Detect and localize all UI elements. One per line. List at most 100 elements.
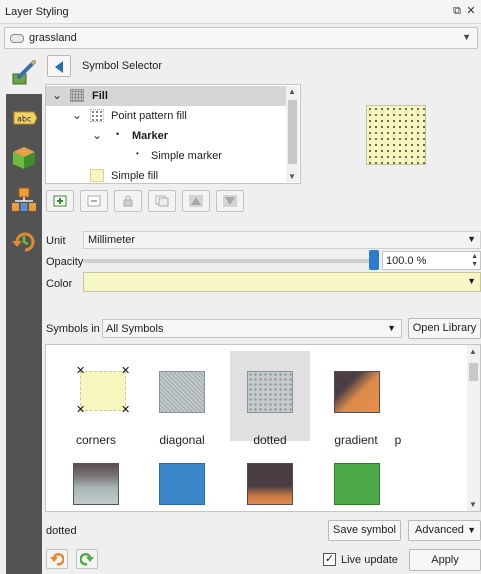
simple-marker-dot-icon: • [136, 149, 139, 158]
library-scrollbar[interactable]: ▲ ▼ [467, 345, 480, 511]
scroll-up-icon[interactable]: ▲ [288, 87, 296, 96]
dotted-swatch [247, 371, 293, 413]
symbol-item-diagonal[interactable]: diagonal [142, 351, 222, 447]
opacity-value: 100.0 % [386, 255, 427, 267]
back-button[interactable] [47, 55, 71, 77]
scroll-down-icon[interactable]: ▼ [288, 172, 296, 181]
symbol-preview [366, 105, 426, 165]
tree-item-point-pattern-fill[interactable]: ⌄ Point pattern fill [46, 106, 286, 126]
open-library-button[interactable]: Open Library [408, 318, 481, 339]
symbols-in-combo[interactable]: All Symbols ▼ [102, 319, 402, 338]
apply-button[interactable]: Apply [409, 549, 481, 571]
layer-combo[interactable]: grassland ▼ [4, 27, 478, 49]
layer-name: grassland [29, 32, 77, 44]
unit-value: Millimeter [88, 234, 136, 246]
scroll-down-icon[interactable]: ▼ [469, 500, 477, 509]
live-update-label: Live update [341, 554, 398, 566]
title-bar: Layer Styling ⧉ ✕ [0, 0, 481, 24]
corner-marker-icon: ✕ [76, 365, 86, 377]
live-update-checkbox[interactable]: ✓ [323, 553, 336, 566]
opacity-slider[interactable] [83, 259, 378, 263]
chevron-down-icon: ▼ [387, 323, 396, 333]
symbol-item-partial[interactable]: p [388, 351, 408, 447]
tree-item-simple-marker[interactable]: • Simple marker [46, 146, 286, 166]
advanced-button[interactable]: Advanced ▼ [408, 520, 481, 541]
undo-icon [50, 552, 64, 566]
spin-down-icon[interactable]: ▼ [471, 261, 478, 268]
spin-up-icon[interactable]: ▲ [471, 253, 478, 260]
corner-marker-icon: ✕ [121, 365, 131, 377]
opacity-slider-handle[interactable] [369, 250, 379, 270]
corner-marker-icon: ✕ [121, 404, 131, 416]
corners-swatch [80, 371, 126, 411]
symbol-item[interactable] [56, 445, 136, 511]
arrow-down-icon [223, 195, 237, 207]
tree-scrollbar[interactable]: ▲ ▼ [286, 86, 299, 182]
symbol-selector-title: Symbol Selector [82, 60, 163, 72]
3d-cube-icon[interactable] [10, 144, 38, 172]
collapse-icon[interactable]: ⌄ [92, 128, 102, 142]
collapse-icon[interactable]: ⌄ [52, 88, 62, 102]
chevron-down-icon: ▼ [467, 276, 476, 286]
duplicate-layer-button[interactable] [148, 190, 176, 212]
color-button[interactable]: ▼ [83, 272, 481, 292]
symbol-library-grid: ✕ ✕ ✕ ✕ corners diagonal dotted gradient… [45, 344, 481, 512]
chevron-down-icon: ▼ [467, 234, 476, 244]
tree-item-fill[interactable]: ⌄ Fill [46, 86, 286, 106]
paintbrush-icon [12, 59, 37, 85]
symbol-item-dotted[interactable]: dotted [230, 351, 310, 447]
opacity-spinbox[interactable]: 100.0 % ▲ ▼ [382, 251, 481, 270]
svg-text:abc: abc [17, 115, 31, 124]
tree-item-label: Point pattern fill [111, 110, 187, 122]
collapse-icon[interactable]: ⌄ [72, 108, 82, 122]
tree-item-label: Marker [132, 130, 169, 142]
unit-combo[interactable]: Millimeter ▼ [83, 231, 481, 249]
tree-scrollbar-thumb[interactable] [288, 100, 297, 164]
symbol-swatch [334, 463, 380, 505]
opacity-label: Opacity [46, 256, 84, 268]
undo-button[interactable] [46, 549, 68, 569]
move-up-button[interactable] [182, 190, 210, 212]
tree-item-label: Simple marker [151, 150, 222, 162]
symbol-item[interactable] [142, 445, 222, 511]
symbol-item[interactable] [316, 445, 396, 511]
save-symbol-button[interactable]: Save symbol [328, 520, 401, 541]
chevron-down-icon: ▼ [467, 525, 476, 535]
diagram-icon[interactable] [10, 186, 38, 214]
style-mode-sidebar: abc [6, 52, 42, 574]
duplicate-icon [155, 195, 169, 207]
fill-swatch-icon [70, 89, 84, 102]
scroll-up-icon[interactable]: ▲ [469, 347, 477, 356]
add-layer-button[interactable] [46, 190, 74, 212]
move-down-button[interactable] [216, 190, 244, 212]
sidebar-item-symbology[interactable] [6, 52, 42, 94]
marker-dot-icon: • [116, 129, 120, 139]
symbol-item-corners[interactable]: ✕ ✕ ✕ ✕ corners [56, 351, 136, 448]
unit-label: Unit [46, 235, 66, 247]
lock-layer-button[interactable] [114, 190, 142, 212]
tree-item-marker[interactable]: ⌄ • Marker [46, 126, 286, 146]
selected-symbol-name: dotted [46, 525, 77, 537]
remove-layer-button[interactable] [80, 190, 108, 212]
redo-icon [80, 552, 94, 566]
history-icon[interactable] [10, 228, 38, 256]
library-scrollbar-thumb[interactable] [469, 363, 478, 381]
tree-item-label: Simple fill [111, 170, 159, 182]
symbol-item[interactable] [230, 445, 310, 511]
labels-abc-icon[interactable]: abc [10, 104, 38, 132]
close-icon[interactable]: ✕ [465, 5, 477, 17]
symbol-item-gradient[interactable]: gradient [316, 351, 396, 447]
gradient-swatch [334, 371, 380, 413]
simple-fill-swatch-icon [90, 169, 104, 182]
redo-button[interactable] [76, 549, 98, 569]
float-icon[interactable]: ⧉ [451, 5, 463, 17]
symbols-in-value: All Symbols [106, 323, 164, 335]
corner-marker-icon: ✕ [76, 404, 86, 416]
lock-icon [123, 195, 133, 207]
plus-icon [53, 195, 67, 207]
tree-item-label: Fill [92, 90, 108, 102]
chevron-down-icon: ▼ [462, 32, 471, 42]
polygon-layer-icon [10, 34, 24, 43]
symbol-swatch [159, 463, 205, 505]
tree-item-simple-fill[interactable]: Simple fill [46, 166, 286, 186]
